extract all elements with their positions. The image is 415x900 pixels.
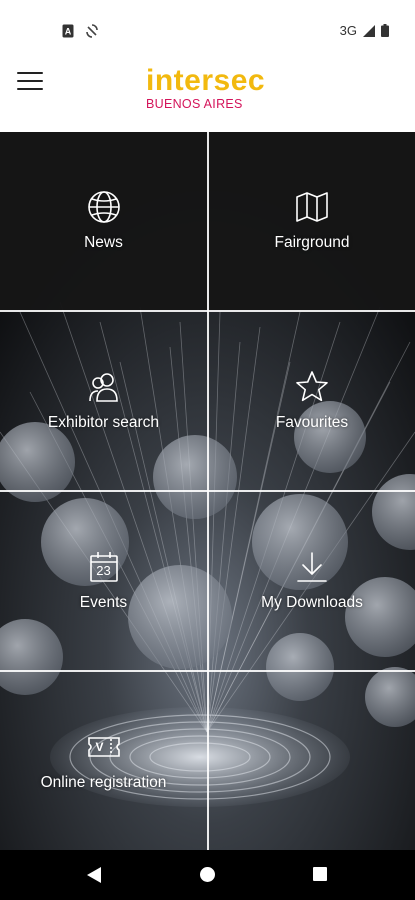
tile-online-registration-label: Online registration xyxy=(40,774,167,791)
system-nav-bar xyxy=(0,850,415,900)
app-logo: intersec BUENOS AIRES xyxy=(146,64,265,111)
map-icon xyxy=(296,192,328,222)
people-icon xyxy=(88,373,118,402)
recents-icon xyxy=(313,867,327,881)
logo-sub-text: BUENOS AIRES xyxy=(146,97,243,111)
tile-news-label: News xyxy=(84,234,123,251)
star-icon xyxy=(296,371,328,402)
ticket-icon: V xyxy=(87,730,121,764)
status-right: 3G xyxy=(340,23,389,38)
notification-a-icon: A xyxy=(62,24,74,38)
tile-events-label: Events xyxy=(79,594,128,611)
status-bar: A 3G xyxy=(0,0,415,60)
sync-icon xyxy=(86,24,98,38)
tile-favourites-label: Favourites xyxy=(275,414,349,431)
globe-icon xyxy=(87,191,120,223)
logo-main-text: intersec xyxy=(146,64,266,97)
main-menu-grid: News Fairground Exhibitor search Favouri… xyxy=(0,132,415,850)
download-icon xyxy=(297,552,327,582)
recents-button[interactable] xyxy=(312,866,328,887)
tile-exhibitor-search-label: Exhibitor search xyxy=(47,414,160,431)
tile-my-downloads-label: My Downloads xyxy=(261,594,363,611)
app-header: intersec BUENOS AIRES xyxy=(0,60,415,132)
home-icon xyxy=(200,867,215,882)
network-type: 3G xyxy=(339,23,357,38)
svg-text:A: A xyxy=(65,27,72,37)
tile-online-registration[interactable]: V Online registration xyxy=(0,672,207,850)
tile-fairground[interactable]: Fairground xyxy=(209,132,415,310)
home-button[interactable] xyxy=(199,866,216,888)
grid-divider-horizontal xyxy=(0,310,415,312)
tile-my-downloads[interactable]: My Downloads xyxy=(209,492,415,670)
grid-divider-horizontal xyxy=(0,670,415,672)
tile-news[interactable]: News xyxy=(0,132,207,310)
calendar-icon: 23 xyxy=(87,550,121,584)
back-button[interactable] xyxy=(86,866,102,889)
back-icon xyxy=(87,867,101,883)
battery-icon xyxy=(381,24,389,37)
tile-favourites[interactable]: Favourites xyxy=(209,312,415,490)
tile-exhibitor-search[interactable]: Exhibitor search xyxy=(0,312,207,490)
status-left: A xyxy=(62,24,98,38)
hamburger-menu-icon[interactable] xyxy=(17,72,43,94)
tile-events[interactable]: 23 Events xyxy=(0,492,207,670)
grid-divider-horizontal xyxy=(0,490,415,492)
calendar-icon-day: 23 xyxy=(96,563,111,578)
tile-fairground-label: Fairground xyxy=(274,234,350,251)
signal-icon xyxy=(363,24,375,37)
ticket-icon-letter: V xyxy=(95,740,104,754)
